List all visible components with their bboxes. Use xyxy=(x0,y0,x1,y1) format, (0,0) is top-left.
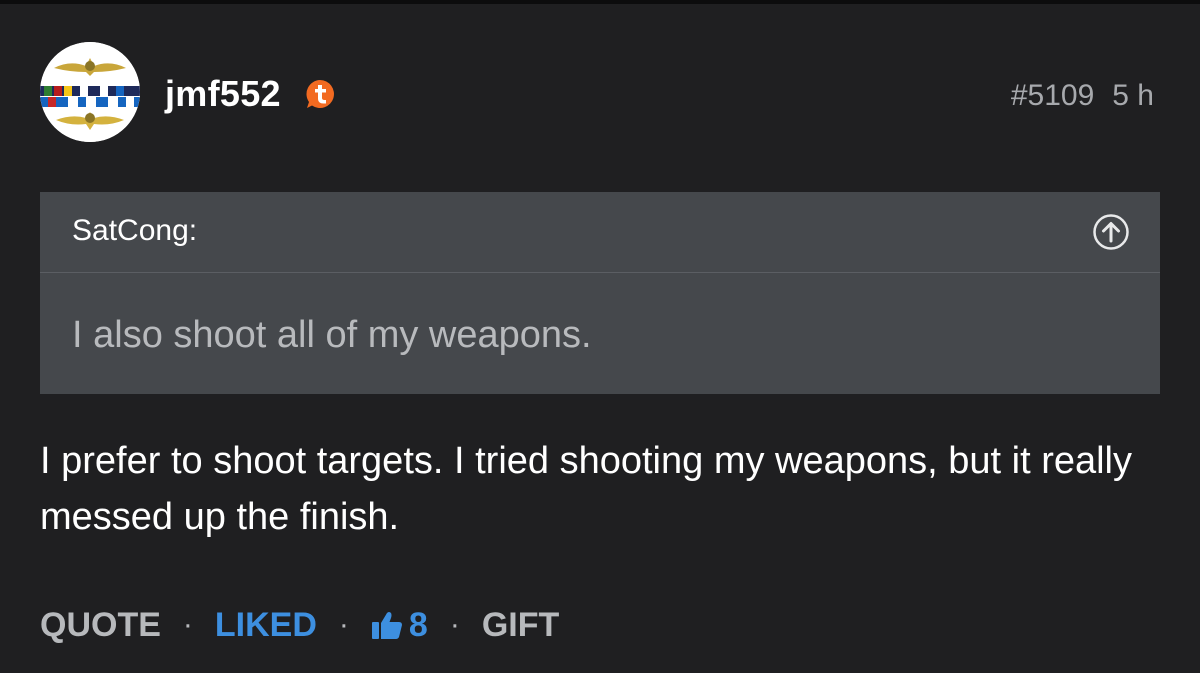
post-meta: #5109 5 h xyxy=(1011,76,1154,116)
username[interactable]: jmf552 xyxy=(165,72,281,116)
quote-button[interactable]: QUOTE xyxy=(40,600,161,650)
post-header: jmf552 #5109 5 h xyxy=(40,42,1160,142)
arrow-up-circle-icon[interactable] xyxy=(1092,213,1130,251)
like-count: 8 xyxy=(408,606,428,644)
post-screen: jmf552 #5109 5 h SatCong: I also shoot al… xyxy=(0,0,1200,673)
quote-header: SatCong: xyxy=(40,192,1160,273)
quote-text: I also shoot all of my weapons. xyxy=(72,314,592,356)
quote-author[interactable]: SatCong: xyxy=(72,211,197,251)
separator-dot: · xyxy=(449,608,460,641)
separator-dot: · xyxy=(182,608,193,641)
post-actions: QUOTE · LIKED · 8 · GIFT xyxy=(40,600,559,650)
liked-button[interactable]: LIKED xyxy=(215,600,317,650)
post-body-text: I prefer to shoot targets. I tried shoot… xyxy=(40,440,1132,538)
post-time: 5 h xyxy=(1112,79,1154,112)
tapatalk-badge-icon xyxy=(306,80,334,108)
quote-block: SatCong: I also shoot all of my weapons. xyxy=(40,192,1160,394)
naval-insignia-avatar xyxy=(40,42,140,142)
gift-button[interactable]: GIFT xyxy=(482,600,559,650)
avatar[interactable] xyxy=(40,42,140,142)
like-count-button[interactable]: 8 xyxy=(371,600,428,650)
separator-dot: · xyxy=(338,608,349,641)
thumbs-up-icon xyxy=(371,612,402,639)
post-number[interactable]: #5109 xyxy=(1011,79,1094,112)
top-divider xyxy=(0,0,1200,4)
